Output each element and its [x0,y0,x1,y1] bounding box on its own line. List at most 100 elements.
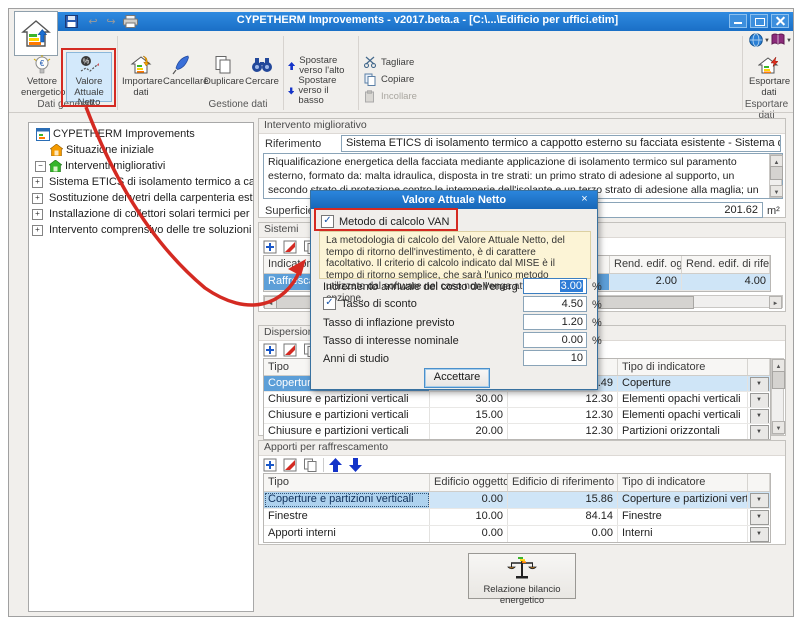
cell-tipo[interactable]: Chiusure e partizioni verticali [264,408,430,423]
ribbon-button-cancellare[interactable]: Cancellare [162,52,202,102]
cell-riferimento[interactable]: 12.30 [508,408,618,423]
cell-indicatore[interactable]: Interni [618,526,748,542]
cell-oggetto[interactable]: 15.00 [430,408,508,423]
cell-tipo[interactable]: Finestre [264,509,430,525]
ribbon-button-vettore-energetico[interactable]: € Vettore energetico [20,52,64,102]
app-logo-button[interactable] [14,11,58,56]
metodo-van-checkbox-row[interactable]: Metodo di calcolo VAN [321,215,449,228]
ribbon-button-valore-attuale-netto[interactable]: % Valore Attuale Netto [66,52,112,102]
delete-row-button[interactable] [283,343,298,357]
ribbon-button-spostare-alto[interactable]: Spostare verso l'alto [288,55,356,77]
ribbon-button-tagliare[interactable]: Tagliare [364,55,414,69]
close-button[interactable] [771,14,789,28]
table-row[interactable]: Chiusure e partizioni verticali 30.00 12… [264,392,770,408]
expand-icon[interactable]: + [32,193,43,204]
tree-item-intervento-comprensivo[interactable]: + Intervento comprensivo delle tre soluz… [29,222,253,238]
expand-icon[interactable]: + [32,209,43,220]
cell-riferimento[interactable]: 0.00 [508,526,618,542]
help-caret-icon[interactable]: ▼ [786,38,792,44]
dropdown-button[interactable] [750,425,769,439]
ribbon-button-importare-dati[interactable]: Importare dati [121,52,161,102]
tree-item-sostituzione-vetri[interactable]: + Sostituzione dei vetri della carpenter… [29,190,253,206]
cell-oggetto[interactable]: 0.00 [430,492,508,508]
redo-button[interactable]: ↪ [102,13,120,30]
cell-oggetto[interactable]: 10.00 [430,509,508,525]
tree-item-interventi-migliorativi[interactable]: − Interventi migliorativi [29,158,253,174]
anni-studio-input[interactable]: 10 [523,350,587,366]
table-row[interactable]: Apporti interni 0.00 0.00 Interni [264,526,770,542]
scroll-thumb[interactable] [770,166,783,180]
checkbox-checked-icon[interactable] [323,297,336,310]
cell-riferimento[interactable]: 15.86 [508,492,618,508]
cell-tipo[interactable]: Coperture e partizioni verticali [264,492,430,508]
delete-row-button[interactable] [283,240,298,254]
cell-oggetto[interactable]: 20.00 [430,424,508,439]
cell-tipo[interactable]: Apporti interni [264,526,430,542]
table-row[interactable]: Chiusure e partizioni verticali 20.00 12… [264,424,770,439]
cell-indicatore[interactable]: Elementi opachi verticali [618,408,748,423]
print-button[interactable] [121,13,139,30]
globe-caret-icon[interactable]: ▼ [764,38,770,44]
globe-button[interactable] [749,33,764,48]
tasso-sconto-checkbox-row[interactable]: Tasso di sconto [323,297,417,310]
checkbox-checked-icon[interactable] [321,215,334,228]
scroll-right-icon[interactable] [769,296,782,309]
cell-riferimento[interactable]: 84.14 [508,509,618,525]
tree-item-installazione-collettori[interactable]: + Installazione di collettori solari ter… [29,206,253,222]
cell-indicatore[interactable]: Finestre [618,509,748,525]
dialog-close-icon[interactable] [576,193,593,207]
scroll-down-icon[interactable] [772,421,785,434]
ribbon-button-copiare[interactable]: Copiare [364,72,414,86]
tree-item-sistema-etics[interactable]: + Sistema ETICS di isolamento termico a … [29,174,253,190]
minimize-button[interactable] [729,14,747,28]
dropdown-button[interactable] [750,409,769,423]
table-row[interactable]: Chiusure e partizioni verticali 15.00 12… [264,408,770,424]
expand-icon[interactable]: + [32,177,43,188]
tasso-interesse-input[interactable]: 0.00 [523,332,587,348]
cell-indicatore[interactable]: Elementi opachi verticali [618,392,748,407]
cell-indicatore[interactable]: Coperture e partizioni verticali [618,492,748,508]
dropdown-button[interactable] [750,377,769,391]
cell-oggetto[interactable]: 0.00 [430,526,508,542]
cell-riferimento[interactable]: 4.00 [682,274,770,290]
relazione-bilancio-button[interactable]: Relazione bilancio energetico [468,553,576,599]
add-row-button[interactable] [263,240,278,254]
ribbon-button-esportare-dati[interactable]: Esportare dati [748,52,790,102]
copy-row-button[interactable] [303,458,318,472]
incremento-energia-input[interactable]: 3.00 [523,278,587,294]
cell-riferimento[interactable]: 12.30 [508,424,618,439]
delete-row-button[interactable] [283,458,298,472]
riferimento-input[interactable]: Sistema ETICS di isolamento termico a ca… [341,135,781,152]
cell-tipo[interactable]: Chiusure e partizioni verticali [264,424,430,439]
cell-oggetto[interactable]: 2.00 [610,274,682,290]
dropdown-button[interactable] [750,493,769,508]
dispersioni-vscrollbar[interactable] [771,358,784,435]
table-row[interactable]: Finestre 10.00 84.14 Finestre [264,509,770,526]
dropdown-button[interactable] [750,510,769,525]
scroll-down-icon[interactable] [770,185,783,197]
maximize-button[interactable] [750,14,768,28]
move-down-button[interactable] [349,458,364,472]
dropdown-button[interactable] [750,393,769,407]
scroll-thumb[interactable] [772,371,785,389]
expand-icon[interactable]: + [32,225,43,236]
ribbon-button-cercare[interactable]: Cercare [244,52,280,102]
ribbon-button-duplicare[interactable]: Duplicare [203,52,243,102]
descrizione-scrollbar[interactable] [769,154,782,198]
collapse-icon[interactable]: − [35,161,46,172]
add-row-button[interactable] [263,343,278,357]
tasso-sconto-input[interactable]: 4.50 [523,296,587,312]
move-up-button[interactable] [329,458,344,472]
help-book-button[interactable] [771,33,786,48]
tasso-inflazione-input[interactable]: 1.20 [523,314,587,330]
undo-button[interactable]: ↩ [84,13,102,30]
cell-indicatore[interactable]: Partizioni orizzontali [618,424,748,439]
cell-indicatore[interactable]: Coperture [618,376,748,391]
cell-tipo[interactable]: Chiusure e partizioni verticali [264,392,430,407]
tree-root-item[interactable]: CYPETHERM Improvements [29,126,253,142]
tree-item-situazione-iniziale[interactable]: Situazione iniziale [29,142,253,158]
save-button[interactable] [62,13,80,30]
cell-oggetto[interactable]: 30.00 [430,392,508,407]
table-row[interactable]: Coperture e partizioni verticali 0.00 15… [264,492,770,509]
add-row-button[interactable] [263,458,278,472]
